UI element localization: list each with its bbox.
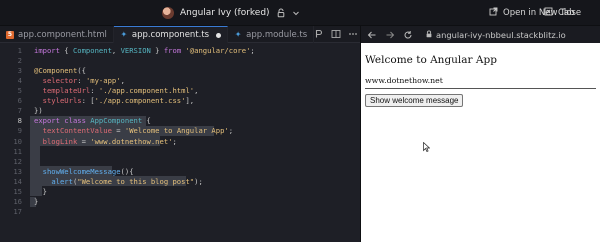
tab-app-component-ts[interactable]: ✦ app.component.ts — [113, 26, 229, 43]
preview-blog-link: www.dotnethow.net — [365, 76, 443, 85]
avatar — [162, 7, 174, 19]
close-label: Close — [558, 8, 582, 18]
line-number: 6 — [17, 96, 22, 106]
code-editor[interactable]: 1 import { Component, VERSION } from '@an… — [0, 44, 360, 242]
show-welcome-message-button[interactable]: Show welcome message — [365, 94, 464, 107]
close-box-icon — [544, 7, 553, 19]
forward-arrow-icon[interactable] — [385, 30, 395, 40]
tab-app-component-html[interactable]: 5 app.component.html — [0, 26, 114, 43]
code-line: 16} — [0, 197, 360, 207]
editor-tab-bar: 5 app.component.html ✦ app.component.ts … — [0, 26, 360, 43]
code-line: 14 alert("Welcome to this blog post"); — [0, 176, 360, 186]
line-number: 15 — [13, 187, 22, 197]
code-line: 13 showWelcomeMessage(){ — [0, 166, 360, 176]
top-bar: Angular Ivy (forked) Open in New Tab Clo… — [0, 0, 600, 26]
back-arrow-icon[interactable] — [367, 30, 377, 40]
line-number: 13 — [13, 166, 22, 176]
code-line: 10 blogLink = 'www.dotnethow.net'; — [0, 136, 360, 146]
line-number: 9 — [17, 126, 22, 136]
split-editor-icon[interactable] — [331, 29, 341, 39]
ts-file-icon: ✦ — [120, 30, 128, 39]
line-number: 14 — [13, 176, 22, 186]
browser-bar: angular-ivy-nbbeul.stackblitz.io — [361, 26, 600, 43]
line-number: 5 — [17, 86, 22, 96]
ts-file-icon: ✦ — [234, 29, 242, 39]
unsaved-dot-icon — [216, 32, 222, 38]
code-line: 12 — [0, 156, 360, 166]
code-line: 5 templateUrl: './app.component.html', — [0, 86, 360, 96]
code-line: 17 — [0, 207, 360, 217]
editor-actions — [314, 26, 364, 42]
line-number: 4 — [17, 75, 22, 85]
project-title: Angular Ivy (forked) — [180, 8, 270, 18]
lock-icon[interactable] — [276, 8, 286, 18]
tab-app-module-ts[interactable]: ✦ app.module.ts — [228, 26, 315, 43]
line-number: 12 — [13, 156, 22, 166]
close-button[interactable]: Close — [544, 5, 581, 21]
html-file-icon: 5 — [6, 30, 14, 39]
line-number: 2 — [17, 55, 22, 65]
prettier-icon[interactable] — [314, 29, 324, 39]
preview-heading: Welcome to Angular App — [365, 54, 497, 66]
code-line: 4 selector: 'my-app', — [0, 75, 360, 85]
line-number: 10 — [13, 136, 22, 146]
code-line: 11 — [0, 146, 360, 156]
project-info[interactable]: Angular Ivy (forked) — [162, 5, 300, 21]
code-line: 9 textContentValue = 'Welcome to Angular… — [0, 126, 360, 136]
code-line: 8 export class AppComponent { — [0, 116, 360, 126]
code-line: 6 styleUrls: ['./app.component.css'], — [0, 96, 360, 106]
line-number: 16 — [13, 197, 22, 207]
code-line: 2 — [0, 55, 360, 65]
code-line: 3 @Component({ — [0, 65, 360, 75]
tab-label: app.module.ts — [246, 29, 308, 40]
preview-divider — [365, 88, 596, 89]
code-line: 7}) — [0, 106, 360, 116]
line-number: 11 — [13, 146, 22, 156]
mouse-cursor-icon — [423, 141, 431, 152]
tab-label: app.component.html — [18, 29, 107, 40]
code-line: 15 } — [0, 187, 360, 197]
line-number: 8 — [17, 116, 22, 126]
address-bar[interactable]: angular-ivy-nbbeul.stackblitz.io — [425, 30, 566, 40]
line-number: 7 — [17, 106, 22, 116]
code-line: 1 import { Component, VERSION } from '@an… — [0, 45, 360, 55]
tab-label: app.component.ts — [131, 30, 210, 40]
chevron-down-icon[interactable] — [292, 9, 300, 17]
app-preview: Welcome to Angular App www.dotnethow.net… — [361, 43, 600, 242]
url-text: angular-ivy-nbbeul.stackblitz.io — [436, 29, 566, 40]
line-number: 17 — [13, 207, 22, 217]
refresh-icon[interactable] — [403, 30, 413, 40]
line-number: 1 — [17, 45, 22, 55]
external-link-icon — [489, 7, 498, 19]
line-number: 3 — [17, 65, 22, 75]
more-options-icon[interactable] — [348, 29, 358, 39]
lock-icon — [425, 30, 433, 40]
